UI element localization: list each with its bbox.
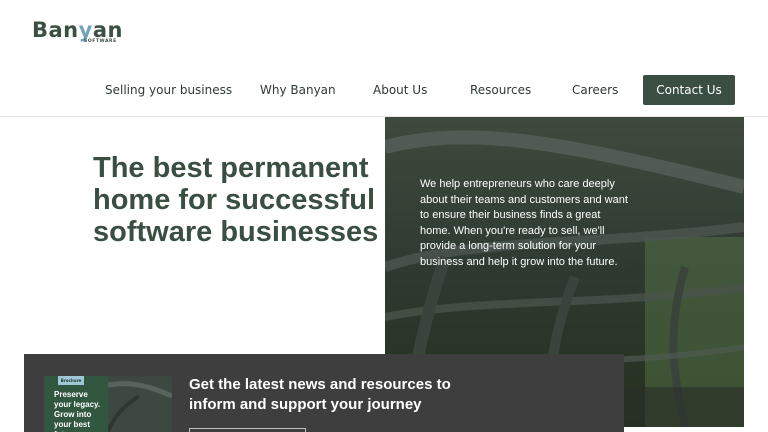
thumbnail-title: Preserve your legacy. Grow into your bes…: [54, 390, 101, 432]
thumbnail-badge: Brochure: [58, 376, 84, 385]
contact-us-button[interactable]: Contact Us: [643, 75, 735, 105]
banyan-logo[interactable]: Banyan SOFTWARE: [32, 18, 122, 48]
hero-description: We help entrepreneurs who care deeply ab…: [420, 178, 628, 268]
nav-item-selling[interactable]: Selling your business: [105, 75, 232, 105]
nav-item-why-banyan[interactable]: Why Banyan: [260, 75, 336, 105]
newsletter-signup-button[interactable]: [189, 428, 306, 432]
hero-title: The best permanent home for successful s…: [93, 152, 379, 248]
nav-item-resources[interactable]: Resources: [470, 75, 531, 105]
logo-subtitle: SOFTWARE: [84, 39, 117, 44]
nav-item-about-us[interactable]: About Us: [373, 75, 427, 105]
nav-item-careers[interactable]: Careers: [572, 75, 618, 105]
brochure-thumbnail[interactable]: Brochure Preserve your legacy. Grow into…: [44, 376, 172, 432]
newsletter-heading: Get the latest news and resources to inf…: [189, 376, 451, 413]
